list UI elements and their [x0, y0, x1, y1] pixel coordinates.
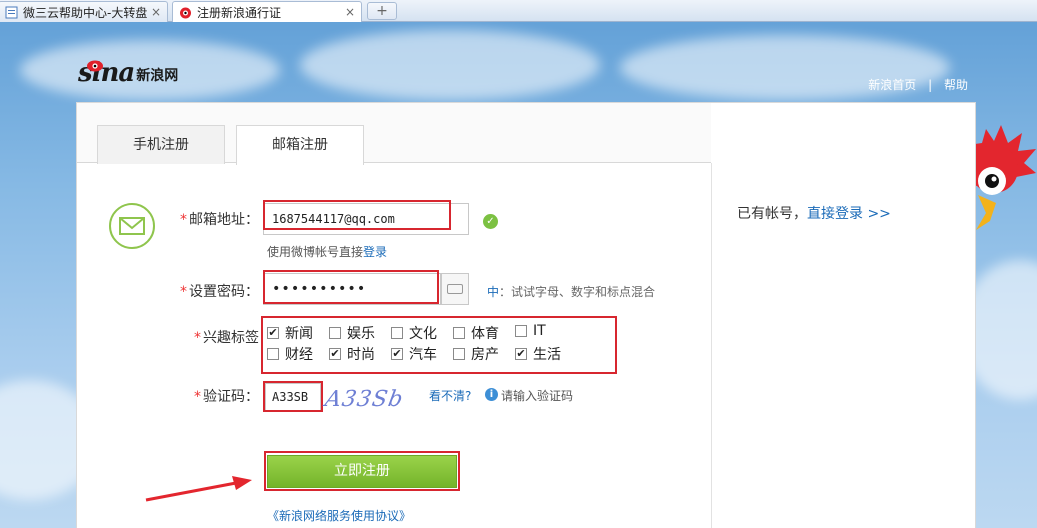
sina-home-link[interactable]: 新浪首页 — [868, 78, 916, 92]
captcha-info: 请输入验证码 — [501, 389, 574, 403]
check-icon: ✓ — [483, 214, 498, 229]
interest-tag[interactable]: 文化 — [391, 323, 437, 343]
interest-tag[interactable]: ✔ 新闻 — [267, 323, 313, 343]
login-prompt: 已有帐号，直接登录 >> — [737, 203, 891, 223]
interest-checkbox[interactable]: ✔ — [329, 348, 341, 360]
captcha-image[interactable]: A33Sb — [323, 387, 424, 415]
highlight-box — [263, 200, 451, 230]
interest-tag-label: 文化 — [409, 326, 437, 342]
interest-checkbox[interactable] — [515, 325, 527, 337]
interest-tag[interactable]: 房产 — [453, 344, 499, 364]
highlight-box — [261, 316, 617, 374]
mail-icon — [109, 203, 155, 249]
interest-checkbox[interactable] — [453, 348, 465, 360]
register-panel: 手机注册 邮箱注册 已有帐号，直接登录 >> * 邮箱地址： 1687544117… — [76, 102, 976, 528]
interest-checkbox[interactable] — [267, 348, 279, 360]
interest-tag-label: 时尚 — [347, 347, 375, 363]
weibo-login-link[interactable]: 登录 — [363, 245, 387, 259]
required-star: * — [180, 212, 187, 228]
browser-tab-title: 注册新浪通行证 — [197, 5, 282, 20]
required-star: * — [194, 330, 201, 346]
info-icon: i — [485, 388, 498, 401]
keyboard-icon[interactable] — [441, 273, 469, 305]
interest-tag-label: 汽车 — [409, 347, 437, 363]
browser-tab-2[interactable]: 注册新浪通行证 × — [172, 1, 362, 22]
sina-eye-icon — [180, 7, 191, 18]
password-label: * 设置密码： — [180, 284, 259, 300]
close-icon[interactable]: × — [345, 5, 355, 19]
new-tab-button[interactable]: + — [367, 2, 397, 20]
interest-tag[interactable]: ✔ 汽车 — [391, 344, 437, 364]
page-icon — [5, 6, 18, 18]
tab-email-register[interactable]: 邮箱注册 — [236, 125, 364, 165]
logo-chinese-text: 新浪网 — [136, 68, 179, 84]
browser-tab-title: 微三云帮助中心-大转盘 — [23, 5, 148, 20]
close-icon[interactable]: × — [151, 5, 161, 19]
email-hint: 使用微博帐号直接登录 — [267, 245, 388, 259]
direct-login-link[interactable]: 直接登录 >> — [807, 206, 891, 222]
interest-tag-label: IT — [533, 323, 546, 339]
interest-tag-label: 体育 — [471, 326, 499, 342]
interest-tag[interactable]: IT — [515, 323, 546, 339]
strength-level: 中 — [487, 285, 500, 299]
interest-tag-label: 财经 — [285, 347, 313, 363]
cloud-decoration — [300, 30, 600, 100]
browser-tab-1[interactable]: 微三云帮助中心-大转盘 × — [0, 1, 168, 22]
interest-tag[interactable]: 娱乐 — [329, 323, 375, 343]
help-link[interactable]: 帮助 — [944, 78, 968, 92]
highlight-box — [264, 451, 460, 491]
arrow-annotation-icon — [145, 476, 252, 502]
interest-tag-label: 生活 — [533, 347, 561, 363]
link-separator: | — [928, 78, 933, 92]
top-links: 新浪首页 | 帮助 — [868, 76, 968, 93]
highlight-box — [263, 270, 439, 304]
interest-tag[interactable]: 体育 — [453, 323, 499, 343]
highlight-box — [263, 381, 323, 412]
interest-tag[interactable]: ✔ 生活 — [515, 344, 561, 364]
interest-tag[interactable]: 财经 — [267, 344, 313, 364]
browser-tab-strip: 微三云帮助中心-大转盘 × 注册新浪通行证 × + — [0, 0, 1037, 22]
email-label: * 邮箱地址： — [180, 212, 259, 228]
required-star: * — [180, 284, 187, 300]
password-strength: 中：试试字母、数字和标点混合 — [487, 285, 656, 299]
register-tabs: 手机注册 邮箱注册 — [77, 103, 711, 165]
panel-divider — [711, 163, 712, 528]
captcha-label: * 验证码： — [194, 389, 259, 405]
tab-phone-register[interactable]: 手机注册 — [97, 125, 225, 164]
interest-checkbox[interactable] — [453, 327, 465, 339]
interest-tag-label: 新闻 — [285, 326, 313, 342]
interest-checkbox[interactable]: ✔ — [391, 348, 403, 360]
interest-checkbox[interactable] — [329, 327, 341, 339]
interest-tag-label: 娱乐 — [347, 326, 375, 342]
interests-label: * 兴趣标签 — [194, 330, 259, 346]
interest-tag-label: 房产 — [471, 347, 499, 363]
interest-tag[interactable]: ✔ 时尚 — [329, 344, 375, 364]
captcha-refresh-link[interactable]: 看不清? — [429, 387, 471, 404]
interest-checkbox[interactable] — [391, 327, 403, 339]
interest-checkbox[interactable]: ✔ — [515, 348, 527, 360]
interest-checkbox[interactable]: ✔ — [267, 327, 279, 339]
sina-logo[interactable]: sina 新浪网 — [78, 58, 178, 88]
login-prompt-text: 已有帐号， — [737, 206, 807, 222]
service-agreement-link[interactable]: 《新浪网络服务使用协议》 — [267, 507, 411, 524]
required-star: * — [194, 389, 201, 405]
sina-eye-icon — [87, 60, 103, 72]
